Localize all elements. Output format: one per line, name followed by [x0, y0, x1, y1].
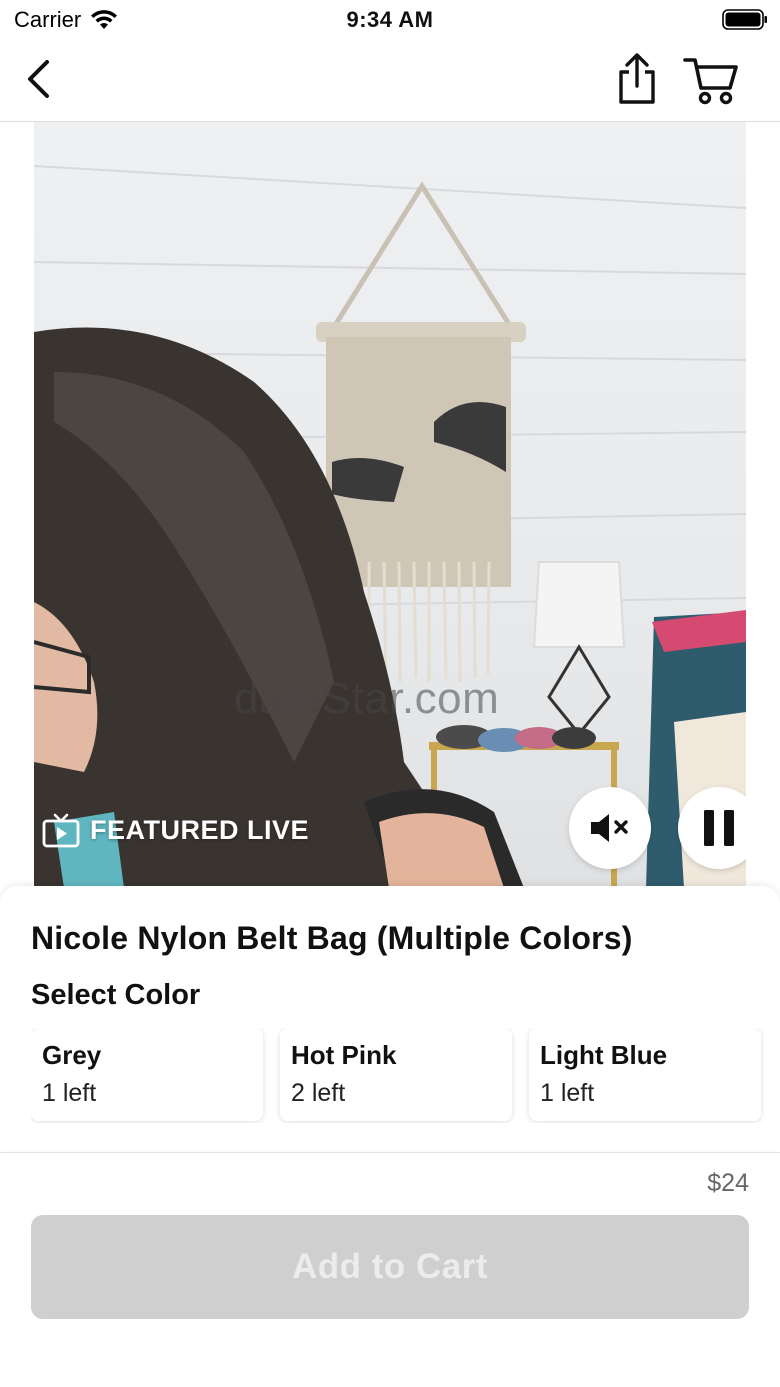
color-option-name: Light Blue — [540, 1040, 668, 1070]
color-option-hot-pink[interactable]: Hot Pink 2 left — [280, 1028, 512, 1121]
color-option-stock: 1 left — [42, 1079, 97, 1107]
color-options: Grey 1 left Hot Pink 2 left Light Blue 1… — [31, 1028, 780, 1123]
featured-live-badge: FEATURED LIVE — [42, 812, 309, 848]
chevron-left-icon — [28, 60, 49, 98]
color-option-grey[interactable]: Grey 1 left — [31, 1028, 263, 1121]
price-label: $24 — [707, 1169, 749, 1197]
share-button[interactable] — [612, 52, 662, 106]
share-icon — [619, 53, 655, 104]
purchase-footer: $24 Add to Cart — [0, 1152, 780, 1387]
live-video-player[interactable]: dateStar.com FEATURED LIVE — [34, 122, 746, 888]
color-option-name: Hot Pink — [291, 1040, 397, 1070]
pause-icon — [704, 810, 734, 846]
color-option-light-blue[interactable]: Light Blue 1 left — [529, 1028, 761, 1121]
add-to-cart-label: Add to Cart — [291, 1247, 489, 1286]
product-sheet: Nicole Nylon Belt Bag (Multiple Colors) … — [0, 886, 780, 1151]
select-color-label: Select Color — [31, 979, 201, 1011]
color-option-stock: 1 left — [540, 1079, 595, 1107]
clock: 9:34 AM — [346, 7, 434, 32]
watermark: dateStar.com — [234, 674, 500, 723]
video-frame — [34, 165, 746, 888]
add-to-cart-button[interactable]: Add to Cart — [31, 1215, 749, 1319]
color-option-name: Grey — [42, 1040, 102, 1070]
product-title: Nicole Nylon Belt Bag (Multiple Colors) — [31, 920, 633, 956]
status-bar: Carrier 9:34 AM — [0, 0, 780, 40]
cart-icon — [683, 58, 738, 105]
tv-play-icon — [42, 813, 80, 848]
cart-button[interactable] — [682, 54, 740, 106]
color-option-stock: 2 left — [291, 1079, 346, 1107]
speaker-muted-icon — [591, 814, 628, 842]
mute-button[interactable] — [569, 787, 651, 869]
back-button[interactable] — [18, 56, 58, 102]
featured-live-label: FEATURED LIVE — [90, 814, 310, 845]
battery-icon — [722, 9, 767, 30]
nav-bar — [0, 40, 780, 122]
